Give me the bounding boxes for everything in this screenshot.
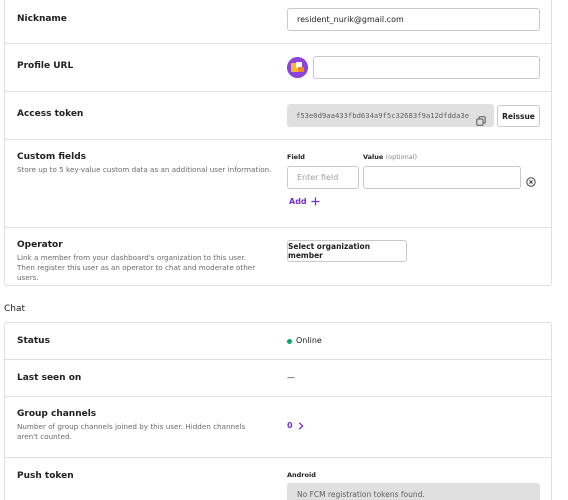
remove-field-icon[interactable] (526, 172, 536, 187)
custom-field-value-input[interactable] (363, 166, 521, 189)
value-header: Value (optional) (363, 153, 417, 161)
group-channels-count: 0 (287, 421, 293, 430)
online-status-dot (287, 339, 292, 344)
last-seen-row: Last seen on — (5, 360, 551, 397)
custom-fields-row: Custom fields Store up to 5 key-value cu… (5, 140, 551, 228)
profile-url-input[interactable] (313, 56, 540, 79)
operator-label: Operator (17, 240, 63, 250)
add-field-button[interactable]: Add (289, 197, 320, 206)
value-optional-text: (optional) (385, 153, 418, 161)
android-platform-label: Android (287, 471, 316, 479)
last-seen-value: — (287, 373, 295, 382)
status-row: Status Online (5, 323, 551, 360)
copy-icon[interactable] (476, 111, 486, 126)
profile-url-label: Profile URL (17, 61, 74, 71)
avatar-image-icon (287, 57, 308, 78)
avatar[interactable] (287, 57, 308, 78)
select-organization-member-button[interactable]: Select organization member (287, 240, 407, 262)
push-token-label: Push token (17, 471, 74, 481)
access-token-field: f53e0d9aa433fbd634a9f5c32683f9a12dfdda3e (287, 104, 494, 127)
add-field-label: Add (289, 197, 307, 206)
fcm-token-empty-field: No FCM registration tokens found. (287, 483, 540, 500)
access-token-label: Access token (17, 109, 84, 119)
chat-card: Status Online Last seen on — Group chann… (4, 322, 552, 500)
group-channels-link[interactable]: 0 (287, 421, 304, 430)
plus-icon (311, 197, 320, 206)
status-value: Online (296, 336, 322, 345)
chevron-right-icon (298, 421, 304, 430)
last-seen-label: Last seen on (17, 373, 82, 383)
status-label: Status (17, 336, 50, 346)
field-header: Field (287, 153, 305, 161)
group-channels-description: Number of group channels joined by this … (17, 422, 246, 441)
nickname-input[interactable]: resident_nurik@gmail.com (287, 8, 540, 31)
custom-field-key-input[interactable]: Enter field (287, 166, 359, 189)
nickname-label: Nickname (17, 14, 67, 24)
group-channels-label: Group channels (17, 409, 97, 419)
access-token-row: Access token f53e0d9aa433fbd634a9f5c3268… (5, 92, 551, 140)
profile-url-row: Profile URL (5, 44, 551, 92)
profile-card: Nickname resident_nurik@gmail.com Profil… (4, 0, 552, 286)
reissue-button[interactable]: Reissue (497, 105, 540, 127)
custom-fields-description: Store up to 5 key-value custom data as a… (17, 165, 272, 174)
push-token-row: Push token Android No FCM registration t… (5, 458, 551, 500)
operator-row: Operator Link a member from your dashboa… (5, 228, 551, 287)
access-token-value: f53e0d9aa433fbd634a9f5c32683f9a12dfdda3e (296, 111, 470, 120)
chat-section-title: Chat (4, 304, 26, 314)
operator-description: Link a member from your dashboard's orga… (17, 253, 256, 282)
value-header-text: Value (363, 153, 384, 161)
nickname-row: Nickname resident_nurik@gmail.com (5, 0, 551, 44)
custom-fields-label: Custom fields (17, 152, 87, 162)
group-channels-row: Group channels Number of group channels … (5, 397, 551, 458)
